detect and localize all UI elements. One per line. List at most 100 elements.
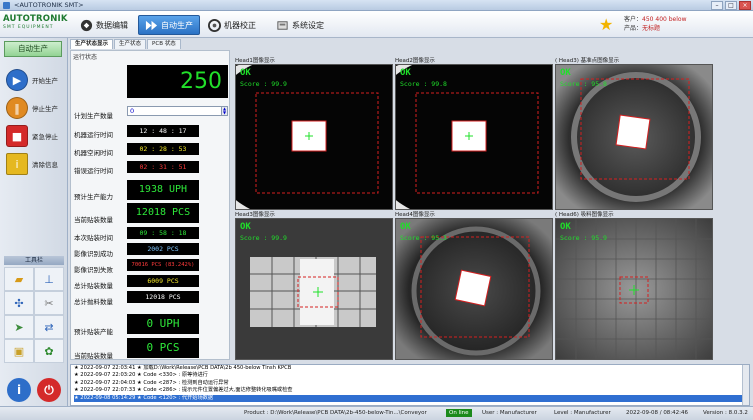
button-label: 紧急停止 xyxy=(32,133,58,141)
result-text: OK xyxy=(240,222,251,232)
customer-info: 客户：450 400 below 产品：无标题 xyxy=(624,15,686,33)
vision-fail-value: 70016 PCS (83.242%) xyxy=(127,259,199,271)
score-text: Score : 95.9 xyxy=(560,234,607,242)
spin-buttons[interactable]: ▲ ▼ xyxy=(221,107,227,115)
minimize-button[interactable]: – xyxy=(711,1,723,10)
product-value: 无标题 xyxy=(642,25,661,32)
bottom-buttons: i ⏻ xyxy=(4,378,64,402)
camera-title: Head3图像显示 xyxy=(235,212,275,218)
panel-title: 运行状态 xyxy=(73,54,98,61)
tab-label: 数据编辑 xyxy=(96,20,128,30)
tab-production-status[interactable]: 生产状态 xyxy=(114,39,147,49)
tool-grid: ▰ ⊥ ✣ ✂ ➤ ⇄ ▣ ✿ xyxy=(4,267,64,363)
result-text: OK xyxy=(240,68,251,78)
button-label: 停止生产 xyxy=(32,105,58,113)
camera-view[interactable]: OK Score : 95.8 xyxy=(555,64,713,210)
about-info-icon[interactable]: i xyxy=(7,378,31,402)
camera-view[interactable]: OK Score : 99.9 xyxy=(235,64,393,210)
lock-icon[interactable]: ▣ xyxy=(4,339,34,363)
log-entry-selected[interactable]: ★ 2022-09-08 05:14:29 ★ Code <120> : 代开始… xyxy=(74,394,749,403)
product-label: 产品： xyxy=(624,25,643,32)
maximize-button[interactable]: □ xyxy=(725,1,737,10)
star-icon: ★ xyxy=(599,15,614,34)
button-label: 清除信息 xyxy=(32,161,58,169)
tab-auto-production[interactable]: 自动生产 xyxy=(138,15,200,35)
tab-data-edit[interactable]: 数据编辑 xyxy=(74,15,134,35)
error-time-value: 02 : 31 : 51 xyxy=(127,161,199,173)
plan-quantity-value: 0 xyxy=(130,107,135,115)
header: AUTOTRONIK SMT EQUIPMENT 数据编辑 自动生产 机器校正 … xyxy=(0,11,753,38)
idle-time-label: 机器空闲时间 xyxy=(74,149,113,157)
idle-time-value: 02 : 28 : 53 xyxy=(127,143,199,155)
tab-machine-calibration[interactable]: 机器校正 xyxy=(202,15,262,35)
status-bar: Product : D:\Work\Release\PCB DATA\2b-45… xyxy=(0,406,753,420)
current2-value: 0 PCS xyxy=(127,338,199,358)
start-production-button[interactable]: ▶ 开始生产 xyxy=(6,68,64,92)
message-log[interactable]: ★ 2022-09-07 22:03:41 ★ 加载D:\Work\Releas… xyxy=(70,364,750,406)
close-button[interactable]: × xyxy=(739,1,751,10)
camera-title: Head4图像显示 xyxy=(395,212,435,218)
conveyor-icon[interactable]: ➤ xyxy=(4,315,34,339)
tab-label: 系统设定 xyxy=(292,20,324,30)
vision-fail-label: 影像识别失败 xyxy=(74,266,113,274)
database-icon xyxy=(80,19,93,31)
sub-tabs: 生产状态显示 生产状态 PCB 状态 xyxy=(70,39,181,49)
score-text: Score : 99.9 xyxy=(240,80,287,88)
forecast2-label: 预计贴装产能 xyxy=(74,328,113,336)
customer-label: 客户： xyxy=(624,16,643,23)
tools-title: 工具栏 xyxy=(4,256,64,265)
feeder-icon[interactable]: ✣ xyxy=(4,291,34,315)
nozzle-icon[interactable]: ⊥ xyxy=(34,267,64,291)
camera-grid: Head1图像显示 OK Score : 99.9 Head2图像显示 OK S… xyxy=(233,52,752,363)
score-text: Score : 99.9 xyxy=(240,234,287,242)
log-scrollbar[interactable] xyxy=(742,365,749,405)
open-folder-icon[interactable]: ▰ xyxy=(4,267,34,291)
score-text: Score : 95.3 xyxy=(400,234,447,242)
pineapple-icon[interactable]: ✿ xyxy=(34,339,64,363)
current-count-value: 12018 PCS xyxy=(127,203,199,223)
power-icon[interactable]: ⏻ xyxy=(37,378,61,402)
camera-view[interactable]: OK Score : 95.9 xyxy=(555,218,713,360)
clear-info-button[interactable]: i 清除信息 xyxy=(6,152,64,176)
emergency-stop-button[interactable]: ■ 紧急停止 xyxy=(6,124,64,148)
product-path: Product : D:\Work\Release\PCB DATA\2b-45… xyxy=(244,410,427,416)
settings-icon xyxy=(277,20,288,30)
total-pick-value: 12018 PCS xyxy=(127,291,199,303)
tab-system-settings[interactable]: 系统设定 xyxy=(270,15,330,35)
camera-title: Head1图像显示 xyxy=(235,58,275,64)
result-text: OK xyxy=(560,222,571,232)
running-status-panel: 运行状态 250 计划生产数量 0 ▲ ▼ 机器运行时间 12 : 48 : 17 … xyxy=(70,50,230,360)
fast-forward-icon xyxy=(145,20,158,30)
current-count-label: 当前贴装数量 xyxy=(74,216,113,224)
run-time-label: 机器运行时间 xyxy=(74,131,113,139)
forecast-label: 预计生产能力 xyxy=(74,193,113,201)
plan-quantity-label: 计划生产数量 xyxy=(74,112,113,120)
score-text: Score : 99.8 xyxy=(400,80,447,88)
score-text: Score : 95.8 xyxy=(560,80,607,88)
version: Version : 8.0.3.2 xyxy=(703,410,748,416)
camera-view[interactable]: OK Score : 99.8 xyxy=(395,64,553,210)
info-icon: i xyxy=(6,153,28,175)
camera-title: Head2图像显示 xyxy=(395,58,435,64)
forecast-value: 1938 UPH xyxy=(127,180,199,200)
camera-view[interactable]: OK Score : 95.3 xyxy=(395,218,553,360)
log-entry: ★ 2022-09-07 22:03:20 ★ Code <330> : 原等待… xyxy=(74,372,208,379)
tools-icon[interactable]: ✂ xyxy=(34,291,64,315)
camera-view[interactable]: OK Score : 99.9 xyxy=(235,218,393,360)
plan-quantity-input[interactable]: 0 ▲ ▼ xyxy=(127,106,228,116)
tab-production-status-display[interactable]: 生产状态显示 xyxy=(70,39,114,49)
stop-production-button[interactable]: ‖ 停止生产 xyxy=(6,96,64,120)
logo-text: AUTOTRONIK xyxy=(3,14,68,24)
current2-label: 当前贴装数量 xyxy=(74,352,113,360)
camera-title: ( Head3) 基准点图像显示 xyxy=(555,58,620,64)
cycle-time-value: 09 : 58 : 18 xyxy=(127,227,199,239)
logo-subtitle: SMT EQUIPMENT xyxy=(3,25,54,30)
datetime: 2022-09-08 / 08:42:46 xyxy=(626,410,689,416)
window-title: <AUTOTRONIK SMT> xyxy=(14,1,84,9)
tab-pcb-status[interactable]: PCB 状态 xyxy=(147,39,181,49)
logo: AUTOTRONIK SMT EQUIPMENT xyxy=(3,14,69,35)
level-info: Level : Manufacturer xyxy=(554,410,611,416)
transfer-icon[interactable]: ⇄ xyxy=(34,315,64,339)
title-bar: <AUTOTRONIK SMT> – □ × xyxy=(0,0,753,11)
pause-icon: ‖ xyxy=(6,97,28,119)
